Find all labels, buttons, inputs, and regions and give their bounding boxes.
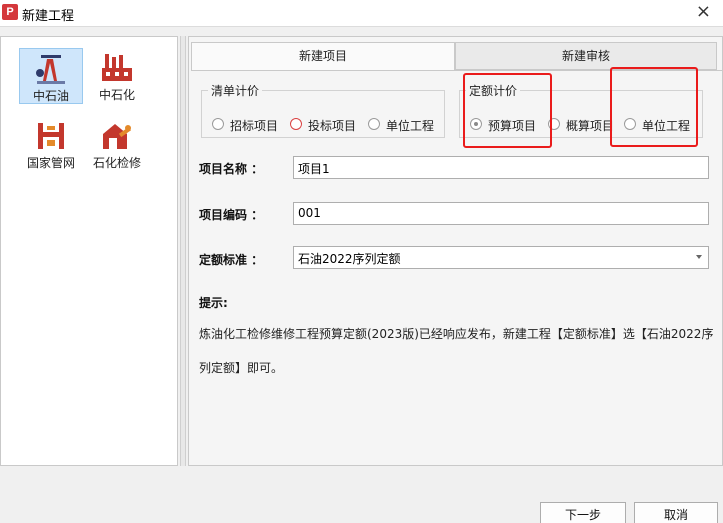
project-name-label: 项目名称 ： [199, 162, 264, 176]
hint-body: 炼油化工检修维修工程预算定额(2023版)已经响应发布，新建工程【定额标准】选【… [199, 327, 714, 375]
radio-label: 投标项目 [308, 119, 357, 133]
radio-circle [368, 118, 380, 130]
title-bar: P 新建工程 × [0, 0, 723, 27]
category-label: 石化检修 [92, 156, 141, 170]
maintenance-icon [103, 124, 132, 149]
window-title: 新建工程 [22, 9, 75, 24]
category-label: 中石油 [32, 89, 69, 103]
category-item-pipechina[interactable]: 国家管网 [19, 116, 83, 172]
radio-circle [290, 118, 302, 130]
oil-pump-icon [36, 55, 65, 84]
chevron-down-icon [696, 255, 702, 259]
category-panel: 中石油 中石化 国家管网 石化检修 [0, 36, 178, 466]
quota-standard-select[interactable]: 石油2022序列定额 [293, 246, 709, 269]
project-code-label: 项目编码 ： [199, 208, 264, 222]
next-button[interactable]: 下一步 [540, 502, 626, 523]
category-label: 中石化 [98, 88, 135, 102]
project-name-input[interactable]: 项目1 [293, 156, 709, 179]
bill-pricing-group: 清单计价 招标项目 投标项目 单位工程 [201, 82, 445, 138]
category-label: 国家管网 [26, 156, 75, 170]
hint-title: 提示: [199, 296, 228, 310]
app-logo-icon: P [2, 4, 18, 20]
quota-standard-value: 石油2022序列定额 [298, 252, 401, 266]
pipeline-icon [38, 123, 64, 149]
cancel-button[interactable]: 取消 [634, 502, 718, 523]
category-item-cnpc[interactable]: 中石油 [19, 48, 83, 104]
radio-circle [212, 118, 224, 130]
highlight-box-unit [610, 67, 698, 147]
category-item-sinopec[interactable]: 中石化 [85, 48, 149, 104]
tab-new-project[interactable]: 新建项目 [191, 42, 455, 70]
tab-new-review[interactable]: 新建审核 [455, 42, 717, 70]
radio-label: 单位工程 [386, 119, 435, 133]
quota-standard-label: 定额标准 ： [199, 253, 264, 267]
project-code-input[interactable]: 001 [293, 202, 709, 225]
refinery-icon [102, 54, 132, 81]
close-icon[interactable]: × [696, 3, 711, 21]
highlight-box-budget [463, 73, 552, 148]
category-item-maintenance[interactable]: 石化检修 [85, 116, 149, 172]
panel-splitter[interactable] [180, 36, 186, 466]
radio-label: 招标项目 [230, 119, 279, 133]
radio-label: 概算项目 [566, 119, 615, 133]
bill-pricing-title: 清单计价 [208, 82, 263, 99]
